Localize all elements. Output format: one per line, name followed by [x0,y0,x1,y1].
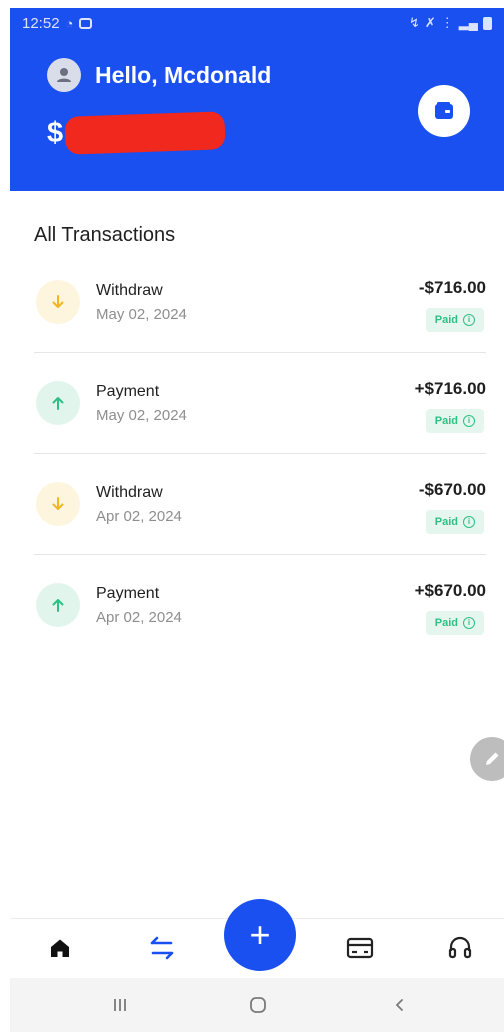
transaction-amount: -$716.00 [418,278,486,297]
status-bar: 12:52 ◔ ↯ ✗ ⋮ ▂▄ [22,12,492,34]
nav-home[interactable] [30,919,90,977]
system-nav-bar [10,978,504,1032]
home-system-button[interactable] [238,978,278,1032]
transaction-type: Payment [96,585,160,602]
avatar[interactable] [47,58,81,92]
status-label: Paid [434,617,458,629]
nfc-icon: ↯ [408,15,420,30]
status-badge[interactable]: Paid i [425,409,484,433]
greeting-text: Hello, Mcdonald [95,61,272,88]
wifi-icon: ⋮ [440,15,454,30]
nav-cards[interactable] [330,919,390,977]
status-badge[interactable]: Paid i [425,308,484,332]
top-strip [0,0,504,8]
status-bar-right: ↯ ✗ ⋮ ▂▄ [409,15,492,31]
transaction-row[interactable]: Withdraw May 02, 2024 -$716.00 Paid i [0,252,504,353]
withdraw-badge [36,280,80,324]
status-label: Paid [434,314,458,326]
transaction-date: Apr 02, 2024 [96,609,182,626]
balance: $ [47,111,226,155]
transaction-list: Withdraw May 02, 2024 -$716.00 Paid i Pa… [0,252,504,656]
status-badge[interactable]: Paid i [425,510,484,534]
status-label: Paid [434,516,458,528]
arrow-down-icon [52,295,64,308]
support-icon [448,936,472,959]
transaction-amount: -$670.00 [418,480,486,499]
status-badge[interactable]: Paid i [425,611,484,635]
signal-icon: ▂▄ [458,15,478,30]
wallet-button[interactable] [418,85,470,137]
transaction-type: Withdraw [96,484,163,501]
transaction-date: Apr 02, 2024 [96,508,182,525]
payment-badge [36,583,80,627]
transaction-date: May 02, 2024 [96,407,187,424]
status-label: Paid [434,415,458,427]
status-bar-left: 12:52 ◔ [22,14,93,32]
edit-button[interactable] [470,737,504,781]
back-icon [395,999,403,1011]
transaction-type: Withdraw [96,282,163,299]
card-icon [346,937,374,959]
transaction-date: May 02, 2024 [96,306,187,323]
info-icon: i [463,314,475,326]
balance-currency: $ [47,116,64,149]
transaction-row[interactable]: Payment May 02, 2024 +$716.00 Paid i [0,353,504,454]
battery-icon [483,16,492,30]
message-icon [79,17,93,29]
nav-transfer[interactable] [132,919,192,977]
arrow-down-icon [52,497,64,510]
payment-badge [36,381,80,425]
home-icon [51,939,69,957]
transaction-amount: +$716.00 [414,379,486,398]
arrow-up-icon [52,397,64,410]
back-button[interactable] [380,978,420,1032]
notification-icon: ◔ [65,15,74,31]
recents-icon [114,999,126,1011]
transaction-amount: +$670.00 [414,581,486,600]
info-icon: i [463,516,475,528]
add-icon: + [249,914,271,955]
greeting: Hello, Mcdonald [47,58,271,92]
transaction-row[interactable]: Payment Apr 02, 2024 +$670.00 Paid i [0,555,504,656]
home-circle-icon [250,997,266,1013]
add-button[interactable]: + [224,899,296,971]
withdraw-badge [36,482,80,526]
info-icon: i [463,415,475,427]
balance-redaction [64,111,226,155]
transaction-row[interactable]: Withdraw Apr 02, 2024 -$670.00 Paid i [0,454,504,555]
transaction-type: Payment [96,383,160,400]
arrow-up-icon [52,599,64,612]
recents-button[interactable] [100,978,140,1032]
section-title: All Transactions [34,224,176,246]
nav-support[interactable] [430,919,490,977]
info-icon: i [463,617,475,629]
user-icon [57,68,71,82]
status-time: 12:52 [22,14,60,32]
pencil-icon [486,752,499,765]
transfer-icon [150,936,174,960]
wallet-icon [435,102,453,119]
mute-icon: ✗ [424,15,436,30]
